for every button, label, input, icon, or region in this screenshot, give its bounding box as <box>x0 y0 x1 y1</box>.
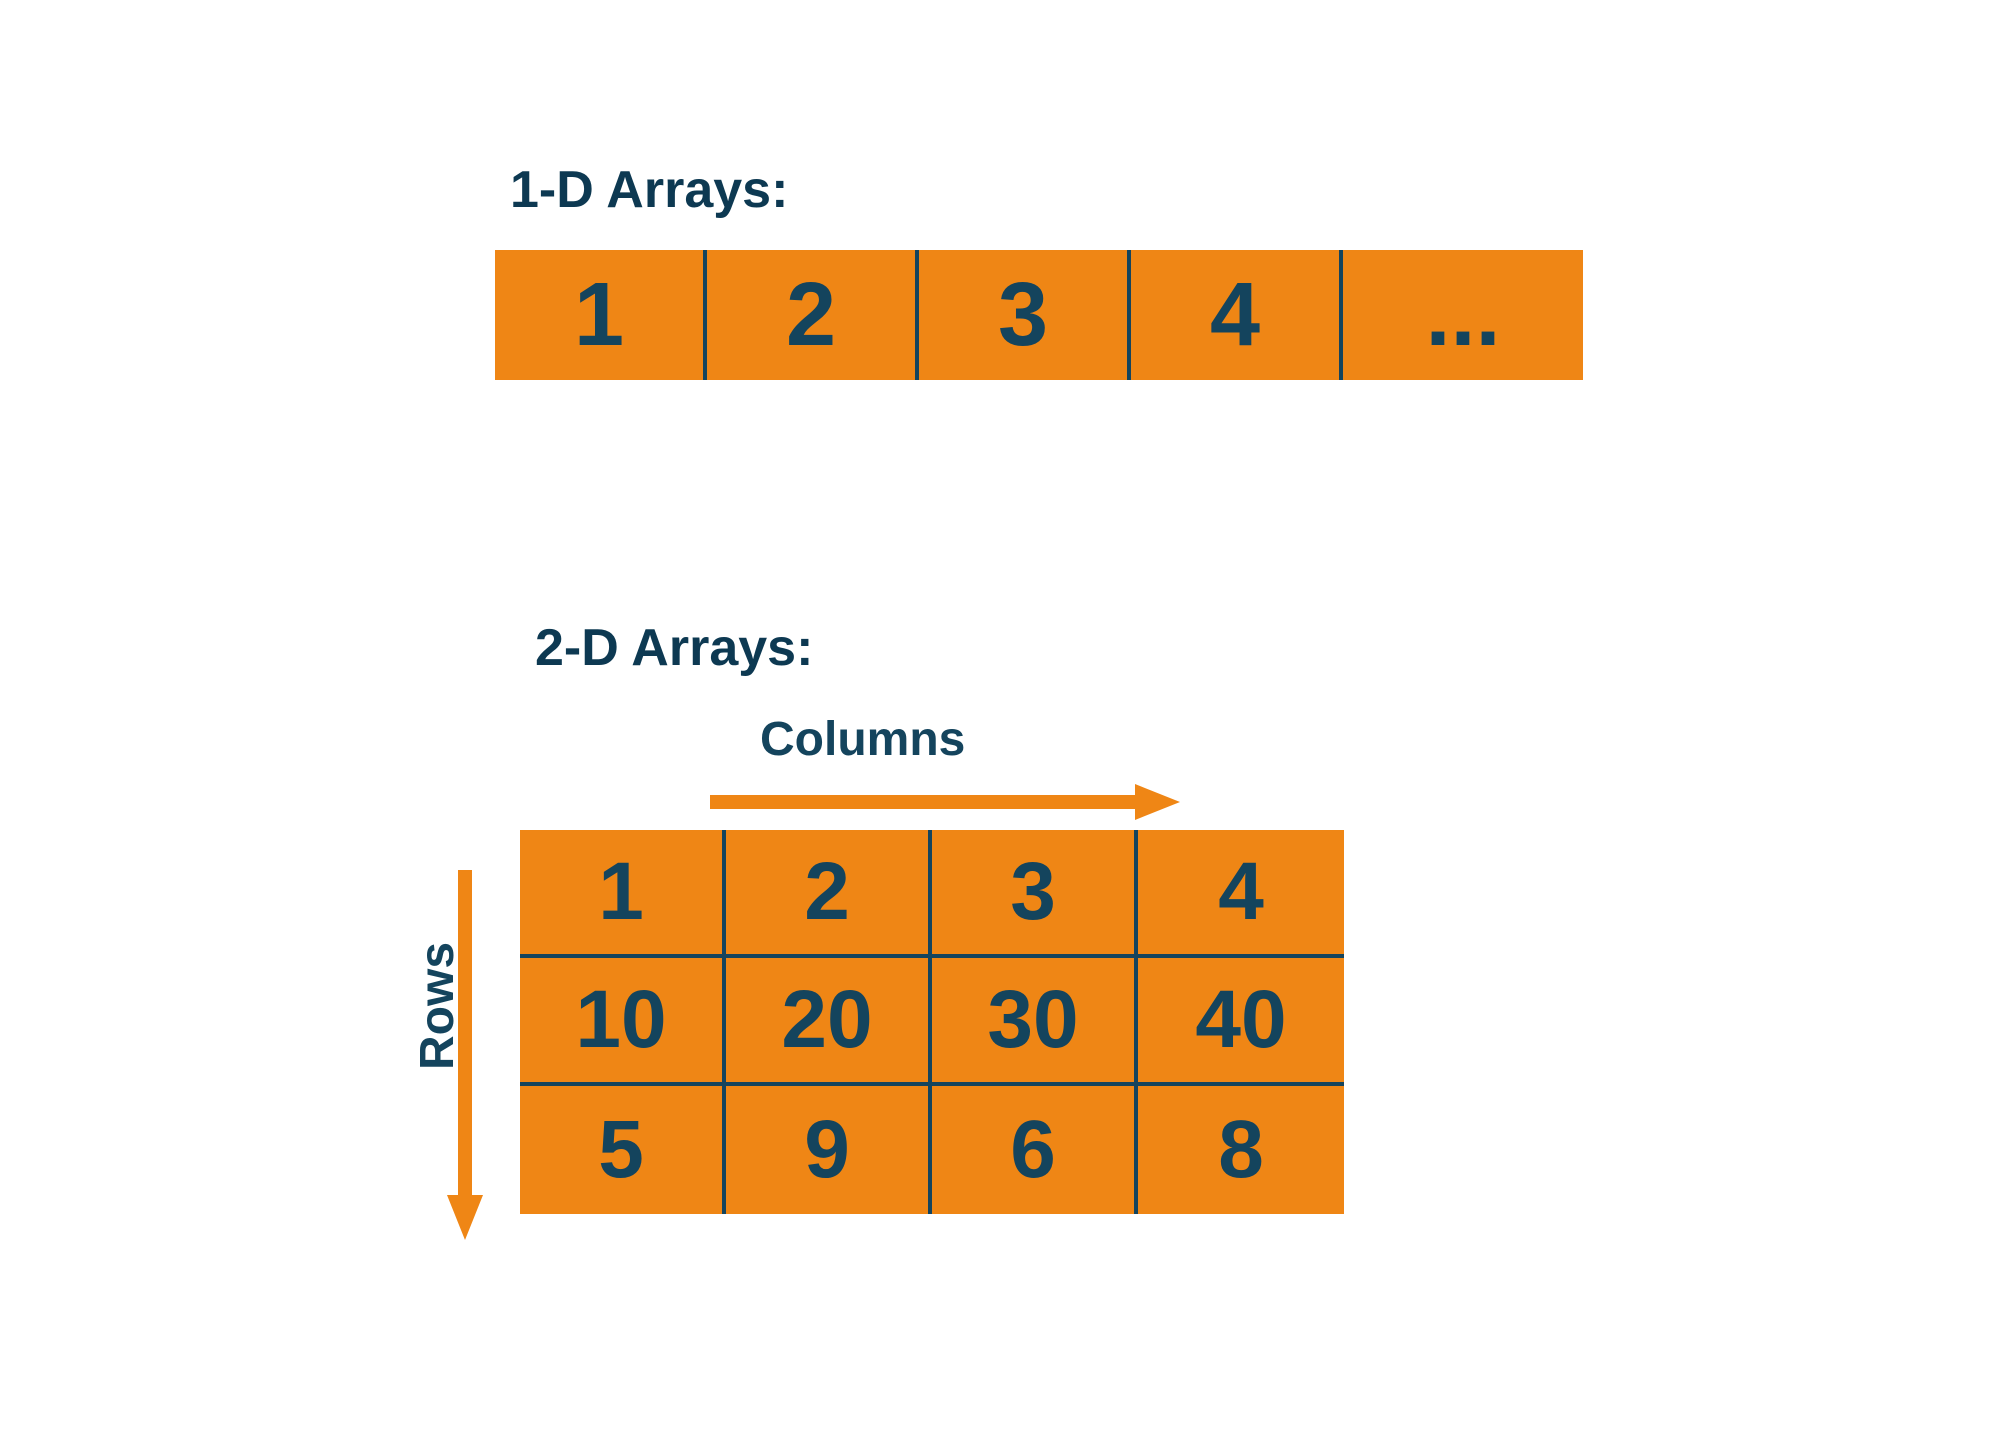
columns-label: Columns <box>760 712 965 767</box>
array-2d-cell: 5 <box>520 1086 726 1214</box>
array-2d-cell: 20 <box>726 958 932 1086</box>
section-1d-title: 1-D Arrays: <box>510 160 788 220</box>
section-2d-title: 2-D Arrays: <box>535 618 813 678</box>
array-2d-cell: 30 <box>932 958 1138 1086</box>
columns-arrow-icon <box>710 782 1180 822</box>
array-2d-cell: 10 <box>520 958 726 1086</box>
array-2d-cell: 3 <box>932 830 1138 958</box>
array-1d: 1 2 3 4 ... <box>495 250 1583 380</box>
array-2d-cell: 2 <box>726 830 932 958</box>
array-2d-cell: 9 <box>726 1086 932 1214</box>
array-1d-cell: 3 <box>919 250 1131 380</box>
array-1d-cell-ellipsis: ... <box>1343 250 1583 380</box>
array-2d: 1 2 3 4 10 20 30 40 5 9 6 8 <box>520 830 1344 1214</box>
array-2d-cell: 4 <box>1138 830 1344 958</box>
array-1d-cell: 4 <box>1131 250 1343 380</box>
rows-arrow-icon <box>445 870 485 1240</box>
array-1d-cell: 2 <box>707 250 919 380</box>
array-2d-cell: 1 <box>520 830 726 958</box>
array-1d-cell: 1 <box>495 250 707 380</box>
array-2d-cell: 8 <box>1138 1086 1344 1214</box>
array-2d-cell: 40 <box>1138 958 1344 1086</box>
array-2d-cell: 6 <box>932 1086 1138 1214</box>
